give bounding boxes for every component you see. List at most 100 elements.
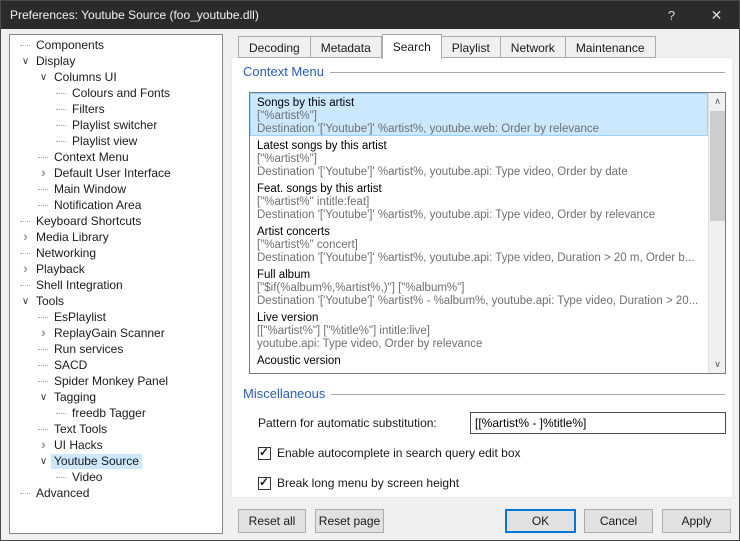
tree-item[interactable]: EsPlaylist — [10, 309, 222, 325]
tree-item[interactable]: Context Menu — [10, 149, 222, 165]
tree-item[interactable]: Run services — [10, 341, 222, 357]
chevron-icon[interactable] — [18, 53, 33, 69]
context-menu-list-item[interactable]: Acoustic version — [250, 351, 708, 374]
chevron-icon[interactable] — [18, 277, 33, 293]
tree-item[interactable]: freedb Tagger — [10, 405, 222, 421]
tree-item[interactable]: Youtube Source — [10, 453, 222, 469]
context-menu-list-item[interactable]: Full album ["$if(%album%,%artist%,)"] ["… — [250, 265, 708, 308]
context-menu-list-item[interactable]: Live version [["%artist%"] ["%title%"] i… — [250, 308, 708, 351]
chevron-icon[interactable] — [54, 133, 69, 149]
tree-item[interactable]: Playlist switcher — [10, 117, 222, 133]
scroll-down-icon[interactable]: ∨ — [709, 356, 726, 373]
close-icon[interactable]: ✕ — [694, 1, 739, 29]
tree-item[interactable]: Shell Integration — [10, 277, 222, 293]
tree-item-label: SACD — [51, 358, 90, 373]
chevron-icon[interactable] — [18, 37, 33, 53]
chevron-icon[interactable] — [18, 213, 33, 229]
chevron-icon[interactable] — [36, 453, 51, 469]
context-menu-list-item[interactable]: Latest songs by this artist ["%artist%"]… — [250, 136, 708, 179]
scroll-up-icon[interactable]: ∧ — [709, 93, 726, 110]
tree-item[interactable]: Networking — [10, 245, 222, 261]
scrollbar-thumb[interactable] — [710, 111, 725, 221]
list-item-query: ["%artist%" intitle:feat] — [257, 196, 701, 209]
chevron-icon[interactable] — [18, 245, 33, 261]
chevron-icon[interactable] — [36, 197, 51, 213]
chevron-icon[interactable] — [36, 437, 51, 453]
tree-item[interactable]: Playlist view — [10, 133, 222, 149]
list-item-destination: Destination '['Youtube']' %artist%, yout… — [257, 209, 701, 222]
list-item-title: Latest songs by this artist — [257, 139, 701, 153]
reset-all-button[interactable]: Reset all — [238, 509, 306, 533]
chevron-icon[interactable] — [54, 117, 69, 133]
chevron-icon[interactable] — [54, 85, 69, 101]
list-item-destination: Destination '['Youtube']' %artist%, yout… — [257, 166, 701, 179]
tree-item[interactable]: UI Hacks — [10, 437, 222, 453]
tree-item[interactable]: Text Tools — [10, 421, 222, 437]
cancel-button[interactable]: Cancel — [584, 509, 653, 533]
tree-item[interactable]: Playback — [10, 261, 222, 277]
chevron-icon[interactable] — [36, 421, 51, 437]
tree-item[interactable]: Display — [10, 53, 222, 69]
list-item-title: Songs by this artist — [257, 96, 701, 110]
chevron-icon[interactable] — [54, 405, 69, 421]
tab[interactable]: Playlist — [442, 36, 501, 58]
tree-item[interactable]: Filters — [10, 101, 222, 117]
chevron-icon[interactable] — [18, 293, 33, 309]
context-menu-list-item[interactable]: Artist concerts ["%artist%" concert] Des… — [250, 222, 708, 265]
pattern-input[interactable] — [470, 412, 726, 434]
checkbox-row[interactable]: Break long menu by screen height — [258, 474, 521, 492]
chevron-icon[interactable] — [36, 309, 51, 325]
checkbox-icon[interactable] — [258, 477, 271, 490]
list-item-query: ["%artist%"] — [257, 110, 701, 123]
chevron-icon[interactable] — [36, 149, 51, 165]
tree-item[interactable]: Components — [10, 37, 222, 53]
chevron-icon[interactable] — [54, 469, 69, 485]
tree-item[interactable]: Keyboard Shortcuts — [10, 213, 222, 229]
tree-item-label: Youtube Source — [51, 454, 142, 469]
tab[interactable]: Search — [382, 34, 442, 59]
tree-item[interactable]: Video — [10, 469, 222, 485]
tree-item[interactable]: Advanced — [10, 485, 222, 501]
tree-item[interactable]: Notification Area — [10, 197, 222, 213]
checkbox-label: Enable autocomplete in search query edit… — [277, 446, 521, 460]
checkbox-icon[interactable] — [258, 447, 271, 460]
chevron-icon[interactable] — [36, 341, 51, 357]
tab[interactable]: Decoding — [238, 36, 311, 58]
chevron-icon[interactable] — [18, 261, 33, 277]
tree-item[interactable]: Media Library — [10, 229, 222, 245]
chevron-icon[interactable] — [36, 389, 51, 405]
list-scrollbar[interactable]: ∧ ∨ — [708, 93, 725, 373]
chevron-icon[interactable] — [36, 69, 51, 85]
tree-item[interactable]: Main Window — [10, 181, 222, 197]
tree-item[interactable]: Default User Interface — [10, 165, 222, 181]
chevron-icon[interactable] — [18, 229, 33, 245]
context-menu-items: Songs by this artist ["%artist%"] Destin… — [250, 93, 708, 374]
tree-item[interactable]: Spider Monkey Panel — [10, 373, 222, 389]
context-menu-list-item[interactable]: Feat. songs by this artist ["%artist%" i… — [250, 179, 708, 222]
tree-item[interactable]: ReplayGain Scanner — [10, 325, 222, 341]
tab[interactable]: Metadata — [311, 36, 382, 58]
chevron-icon[interactable] — [36, 357, 51, 373]
tab[interactable]: Network — [501, 36, 566, 58]
chevron-icon[interactable] — [36, 181, 51, 197]
chevron-icon[interactable] — [36, 165, 51, 181]
help-icon[interactable]: ? — [649, 1, 694, 29]
list-item-title: Acoustic version — [257, 354, 701, 368]
checkbox-row[interactable]: Enable autocomplete in search query edit… — [258, 444, 521, 462]
tab[interactable]: Maintenance — [566, 36, 656, 58]
tree-item[interactable]: Columns UI — [10, 69, 222, 85]
chevron-icon[interactable] — [18, 485, 33, 501]
tree-item[interactable]: Tools — [10, 293, 222, 309]
tree-item-label: UI Hacks — [51, 438, 106, 453]
tree-item[interactable]: Colours and Fonts — [10, 85, 222, 101]
ok-button[interactable]: OK — [505, 509, 576, 533]
reset-page-button[interactable]: Reset page — [315, 509, 384, 533]
context-menu-list-item[interactable]: Songs by this artist ["%artist%"] Destin… — [250, 93, 708, 136]
tree-item-label: Run services — [51, 342, 126, 357]
tree-item[interactable]: Tagging — [10, 389, 222, 405]
tree-item[interactable]: SACD — [10, 357, 222, 373]
chevron-icon[interactable] — [36, 325, 51, 341]
chevron-icon[interactable] — [54, 101, 69, 117]
chevron-icon[interactable] — [36, 373, 51, 389]
apply-button[interactable]: Apply — [662, 509, 731, 533]
